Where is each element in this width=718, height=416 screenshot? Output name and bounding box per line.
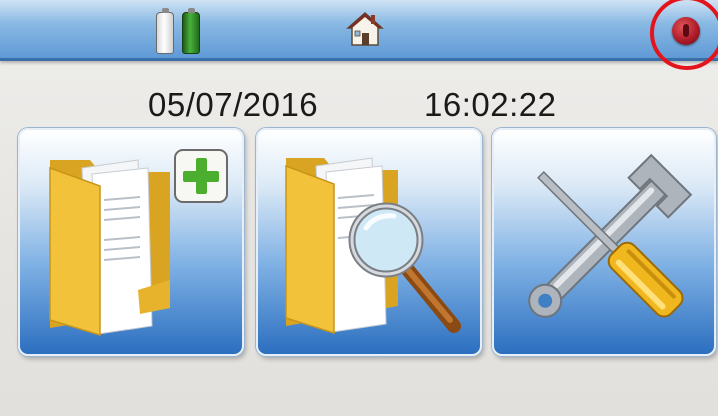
home-button[interactable] — [345, 9, 385, 49]
power-button[interactable] — [672, 17, 700, 45]
folder-plus-icon — [49, 149, 228, 337]
home-icon — [346, 11, 384, 46]
new-record-tile[interactable] — [18, 128, 244, 356]
tools-icon — [528, 153, 693, 318]
battery-full-icon — [182, 8, 200, 54]
time-label: 16:02:22 — [424, 86, 557, 123]
date-time-display: 05/07/2016 16:02:22 — [0, 86, 718, 126]
folder-search-icon — [285, 157, 461, 335]
search-records-tile[interactable] — [256, 128, 482, 356]
battery-indicator — [156, 6, 210, 54]
status-bar — [0, 0, 718, 61]
date-label: 05/07/2016 — [148, 86, 319, 123]
device-screen: 05/07/2016 16:02:22 — [0, 0, 718, 416]
settings-tile[interactable] — [492, 128, 716, 356]
battery-empty-icon — [156, 8, 174, 54]
